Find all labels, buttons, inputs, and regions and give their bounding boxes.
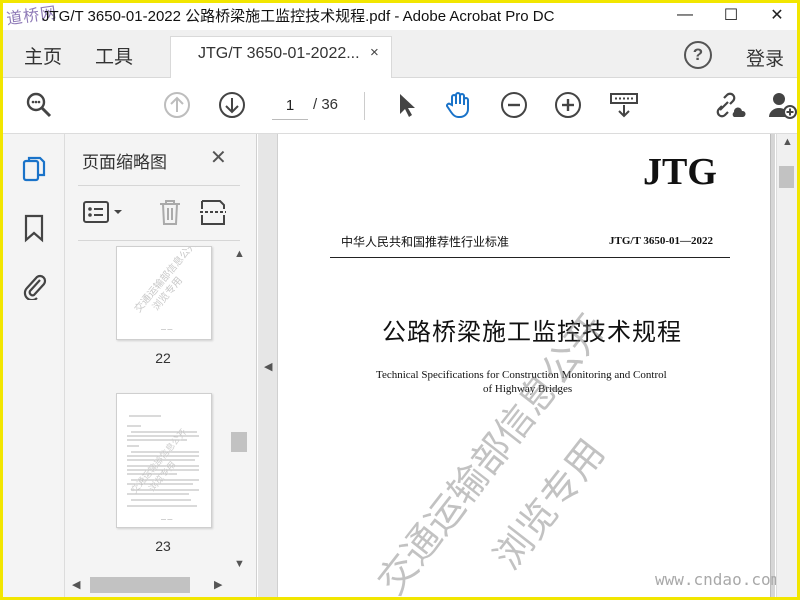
- scroll-down-arrow-icon[interactable]: ▼: [234, 558, 245, 570]
- svg-text:— —: — —: [161, 517, 172, 523]
- scrollbar-thumb[interactable]: [90, 577, 190, 593]
- standard-logo-text: JTG: [643, 151, 717, 193]
- close-window-button[interactable]: ✕: [754, 0, 800, 30]
- scrollbar-thumb[interactable]: [231, 432, 247, 452]
- document-title-cn: 公路桥梁施工监控技术规程: [382, 319, 682, 346]
- tools-tab[interactable]: 工具: [95, 42, 133, 69]
- page-fit-icon[interactable]: [608, 90, 640, 120]
- add-user-icon[interactable]: [768, 90, 798, 120]
- scroll-up-arrow-icon[interactable]: ▲: [782, 136, 793, 148]
- document-vertical-scrollbar[interactable]: ▲: [776, 134, 797, 600]
- help-button[interactable]: ?: [684, 41, 712, 69]
- document-tab-label: JTG/T 3650-01-2022...: [198, 45, 360, 62]
- site-watermark: www.cndao.com: [655, 570, 781, 589]
- thumbnail-text-preview: 交通运输部信息公开 浏览专用 — —: [127, 415, 199, 523]
- thumbnail-watermark: 交通运输部信息公开 浏览专用 — —: [131, 238, 199, 333]
- window-title: JTG/T 3650-01-2022 公路桥梁施工监控技术规程.pdf - Ad…: [42, 8, 555, 25]
- toolbar-separator: [364, 92, 365, 120]
- standard-code: JTG/T 3650-01—2022: [609, 235, 714, 247]
- page-thumbnail[interactable]: 交通运输部信息公开 浏览专用 — —: [116, 393, 212, 528]
- options-menu-icon[interactable]: [82, 198, 126, 226]
- hand-tool-icon[interactable]: [444, 90, 474, 120]
- thumbnail-horizontal-scrollbar[interactable]: ◀ ▶: [66, 576, 230, 594]
- page-up-icon[interactable]: [162, 90, 192, 120]
- collapse-left-arrow-icon[interactable]: ◀: [264, 360, 272, 373]
- left-tool-rail: [0, 134, 65, 600]
- thumbnail-page-number: 22: [155, 350, 171, 366]
- page-down-icon[interactable]: [217, 90, 247, 120]
- page-thumbnail[interactable]: 交通运输部信息公开 浏览专用 — —: [116, 238, 212, 340]
- standard-type: 中华人民共和国推荐性行业标准: [341, 235, 510, 249]
- share-link-icon[interactable]: [714, 90, 748, 120]
- svg-text:— —: — —: [161, 327, 172, 333]
- header-rule: [330, 257, 730, 258]
- extract-icon[interactable]: [198, 197, 228, 227]
- scrollbar-thumb[interactable]: [779, 166, 794, 188]
- maximize-button[interactable]: ☐: [708, 0, 754, 30]
- thumbnail-vertical-scrollbar[interactable]: ▲ ▼: [230, 246, 248, 576]
- thumbnails-pane-close-button[interactable]: ✕: [210, 145, 227, 170]
- title-bar: 道桥网 JTG/T 3650-01-2022 公路桥梁施工监控技术规程.pdf …: [0, 0, 800, 30]
- page-number-input[interactable]: [272, 92, 308, 120]
- bookmark-icon[interactable]: [20, 213, 48, 243]
- thumbnails-pane-title: 页面缩略图: [82, 153, 167, 172]
- scroll-left-arrow-icon[interactable]: ◀: [72, 578, 80, 591]
- zoom-search-icon[interactable]: [24, 90, 54, 120]
- delete-icon[interactable]: [156, 197, 184, 227]
- attachment-icon[interactable]: [20, 270, 48, 300]
- thumbnail-page-number: 23: [155, 538, 171, 554]
- minimize-button[interactable]: —: [662, 0, 708, 30]
- zoom-in-icon[interactable]: [553, 90, 583, 120]
- zoom-out-icon[interactable]: [499, 90, 529, 120]
- page-total: / 36: [313, 96, 339, 113]
- select-cursor-icon[interactable]: [392, 90, 422, 120]
- document-tab-close-button[interactable]: ×: [370, 44, 379, 61]
- pane-divider: [78, 185, 240, 186]
- home-tab[interactable]: 主页: [24, 42, 62, 69]
- login-button[interactable]: 登录: [746, 44, 784, 71]
- scroll-up-arrow-icon[interactable]: ▲: [234, 248, 245, 260]
- scroll-right-arrow-icon[interactable]: ▶: [214, 578, 222, 591]
- page-thumbnails-icon[interactable]: [20, 154, 48, 184]
